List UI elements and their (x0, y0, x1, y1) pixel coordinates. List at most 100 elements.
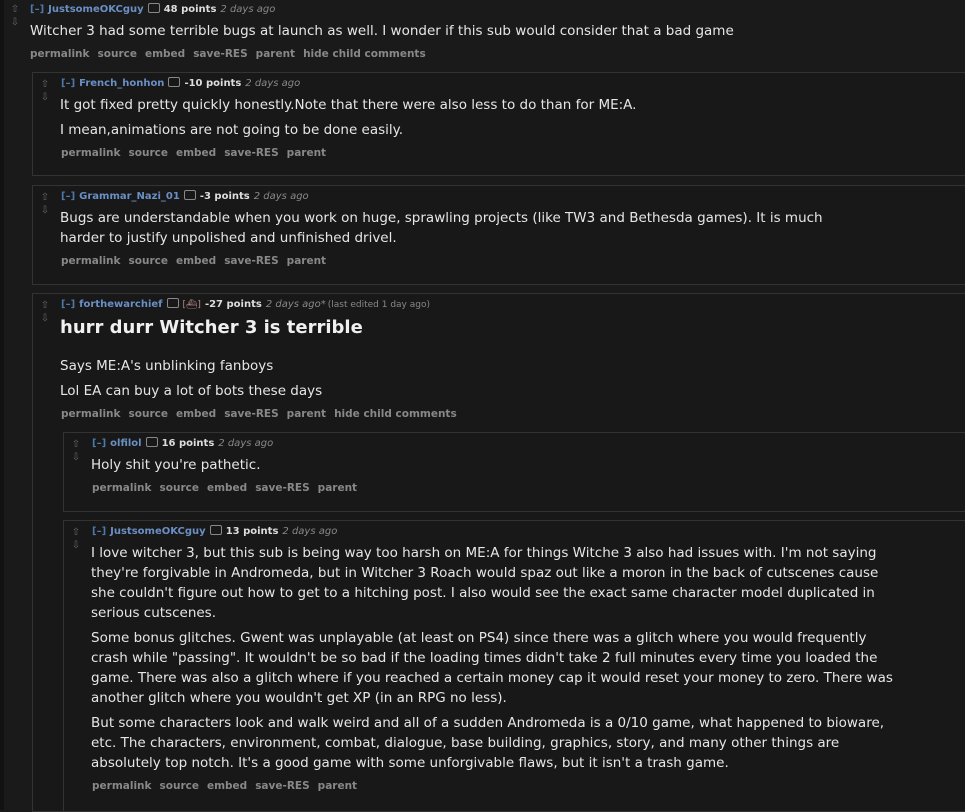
up-arrow-icon[interactable]: ⇧ (69, 528, 83, 538)
comment-buttons: permalink source embed save-RES parent (61, 254, 334, 268)
parent-link[interactable]: parent (318, 482, 357, 494)
comment-paragraph: Lol EA can buy a lot of bots these days (60, 383, 323, 399)
comment-paragraph: harder to justify unpolished and unfinis… (60, 230, 397, 246)
down-arrow-icon[interactable]: ⇩ (38, 314, 52, 324)
author-link[interactable]: forthewarchief (79, 299, 162, 310)
save-res-link[interactable]: save-RES (224, 255, 278, 267)
comment-paragraph: absolutely top notch. It's a good game w… (91, 755, 729, 771)
tagline: [–] JustsomeOKCguy 48 points 2 days ago (30, 3, 275, 17)
parent-link[interactable]: parent (318, 780, 357, 792)
comment-paragraph: Holy shit you're pathetic. (91, 457, 261, 473)
hide-child-comments-link[interactable]: hide child comments (303, 48, 426, 60)
collapse-toggle[interactable]: [–] (61, 191, 75, 202)
tag-icon[interactable] (166, 298, 179, 308)
tag-icon[interactable] (183, 190, 196, 200)
comment-paragraph: crash while "passing". It wouldn't be so… (91, 650, 878, 666)
comment-paragraph: I mean,animations are not going to be do… (60, 122, 404, 138)
save-res-link[interactable]: save-RES (224, 147, 278, 159)
comment-paragraph: Says ME:A's unblinking fanboys (60, 358, 274, 374)
permalink-link[interactable]: permalink (92, 780, 152, 792)
comment-paragraph: serious cutscenes. (91, 605, 217, 621)
source-link[interactable]: source (129, 255, 168, 267)
save-res-link[interactable]: save-RES (224, 408, 278, 420)
tagline: [–] Grammar_Nazi_01 -3 points 2 days ago (61, 190, 309, 204)
down-arrow-icon[interactable]: ⇩ (69, 453, 83, 463)
timestamp: 2 days ago (253, 191, 309, 202)
comment-paragraph: Bugs are understandable when you work on… (60, 210, 823, 226)
tag-icon[interactable] (145, 437, 158, 447)
save-res-link[interactable]: save-RES (255, 482, 309, 494)
permalink-link[interactable]: permalink (30, 48, 90, 60)
permalink-link[interactable]: permalink (92, 482, 152, 494)
up-arrow-icon[interactable]: ⇧ (69, 440, 83, 450)
score: -3 points (199, 191, 250, 202)
permalink-link[interactable]: permalink (61, 408, 121, 420)
hide-child-comments-link[interactable]: hide child comments (334, 408, 457, 420)
comment-paragraph: etc. The characters, environment, combat… (91, 735, 840, 751)
embed-link[interactable]: embed (176, 408, 216, 420)
save-res-link[interactable]: save-RES (193, 48, 247, 60)
source-link[interactable]: source (129, 408, 168, 420)
author-link[interactable]: Grammar_Nazi_01 (79, 191, 180, 202)
down-arrow-icon[interactable]: ⇩ (69, 541, 83, 551)
permalink-link[interactable]: permalink (61, 147, 121, 159)
comment-buttons: permalink source embed save-RES parent hide c… (30, 47, 434, 61)
tagline: [–] JustsomeOKCguy 13 points 2 days ago (92, 525, 337, 539)
up-arrow-icon[interactable]: ⇧ (38, 80, 52, 90)
author-link[interactable]: olfilol (110, 438, 141, 449)
author-link[interactable]: JustsomeOKCguy (48, 4, 144, 15)
score: 13 points (225, 526, 279, 537)
collapse-toggle[interactable]: [–] (92, 526, 106, 537)
tag-icon[interactable] (209, 525, 222, 535)
collapse-toggle[interactable]: [–] (61, 78, 75, 89)
timestamp: 2 days ago (220, 4, 276, 15)
comment-buttons: permalink source embed save-RES parent (92, 779, 365, 793)
permalink-link[interactable]: permalink (61, 255, 121, 267)
score: 16 points (161, 438, 215, 449)
parent-link[interactable]: parent (256, 48, 295, 60)
up-arrow-icon[interactable]: ⇧ (38, 193, 52, 203)
embed-link[interactable]: embed (176, 255, 216, 267)
source-link[interactable]: source (160, 780, 199, 792)
source-link[interactable]: source (129, 147, 168, 159)
timestamp: 2 days ago (282, 526, 338, 537)
score: -10 points (184, 78, 242, 89)
save-res-link[interactable]: save-RES (255, 780, 309, 792)
comment-paragraph: they're forgivable in Andromeda, but in … (91, 565, 879, 581)
comment-paragraph: Some bonus glitches. Gwent was unplayabl… (91, 630, 867, 646)
down-arrow-icon[interactable]: ⇩ (38, 93, 52, 103)
collapse-toggle[interactable]: [–] (92, 438, 106, 449)
comment-buttons: permalink source embed save-RES parent (61, 146, 334, 160)
edited-note: (last edited 1 day ago) (327, 300, 430, 310)
embed-link[interactable]: embed (176, 147, 216, 159)
embed-link[interactable]: embed (207, 780, 247, 792)
timestamp: 2 days ago (245, 78, 301, 89)
down-arrow-icon[interactable]: ⇩ (8, 18, 22, 28)
embed-link[interactable]: embed (145, 48, 185, 60)
embed-link[interactable]: embed (207, 482, 247, 494)
comment-paragraph: game. There was also a glitch where if y… (91, 670, 893, 686)
comment-buttons: permalink source embed save-RES parent hide c… (61, 407, 465, 421)
parent-link[interactable]: parent (287, 255, 326, 267)
score: 48 points (163, 4, 217, 15)
tag-icon[interactable] (168, 77, 181, 87)
comment-paragraph: another glitch where you wouldn't get XP… (91, 690, 507, 706)
comment-paragraph: Witcher 3 had some terrible bugs at laun… (30, 23, 734, 39)
source-link[interactable]: source (98, 48, 137, 60)
tag-icon[interactable] (147, 3, 160, 13)
source-link[interactable]: source (160, 482, 199, 494)
author-link[interactable]: French_honhon (79, 78, 164, 89)
author-link[interactable]: JustsomeOKCguy (110, 526, 206, 537)
up-arrow-icon[interactable]: ⇧ (38, 301, 52, 311)
parent-link[interactable]: parent (287, 408, 326, 420)
comment-paragraph: I love witcher 3, but this sub is being … (91, 545, 877, 561)
tagline: [–] French_honhon -10 points 2 days ago (61, 77, 300, 91)
collapse-toggle[interactable]: [–] (61, 299, 75, 310)
timestamp: 2 days ago* (265, 299, 326, 310)
user-flair: [⛴] (182, 300, 201, 310)
collapse-toggle[interactable]: [–] (30, 4, 44, 15)
parent-link[interactable]: parent (287, 147, 326, 159)
up-arrow-icon[interactable]: ⇧ (8, 5, 22, 15)
down-arrow-icon[interactable]: ⇩ (38, 206, 52, 216)
timestamp: 2 days ago (218, 438, 274, 449)
